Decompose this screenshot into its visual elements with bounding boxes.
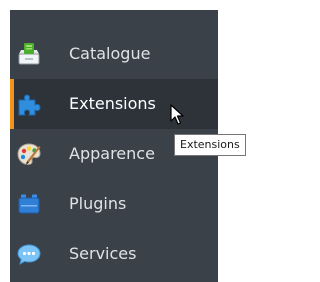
sidebar-item-label: Services (69, 244, 137, 263)
sidebar-item-extensions[interactable]: Extensions (10, 79, 218, 129)
sidebar-item-plugins[interactable]: Plugins (10, 179, 218, 229)
mouse-cursor-icon (170, 104, 184, 130)
chat-bubble-icon (16, 241, 42, 267)
catalogue-icon (16, 41, 42, 67)
puzzle-piece-icon (16, 91, 42, 117)
sidebar-item-label: Catalogue (69, 44, 151, 63)
sidebar-item-services[interactable]: Services (10, 229, 218, 279)
paint-palette-icon (16, 141, 42, 167)
sidebar-item-catalogue[interactable]: Catalogue (10, 29, 218, 79)
plugins-icon (16, 191, 42, 217)
sidebar-item-label: Apparence (69, 144, 155, 163)
sidebar-item-label: Extensions (69, 94, 156, 113)
sidebar-item-label: Plugins (69, 194, 127, 213)
tooltip: Extensions (174, 134, 246, 156)
